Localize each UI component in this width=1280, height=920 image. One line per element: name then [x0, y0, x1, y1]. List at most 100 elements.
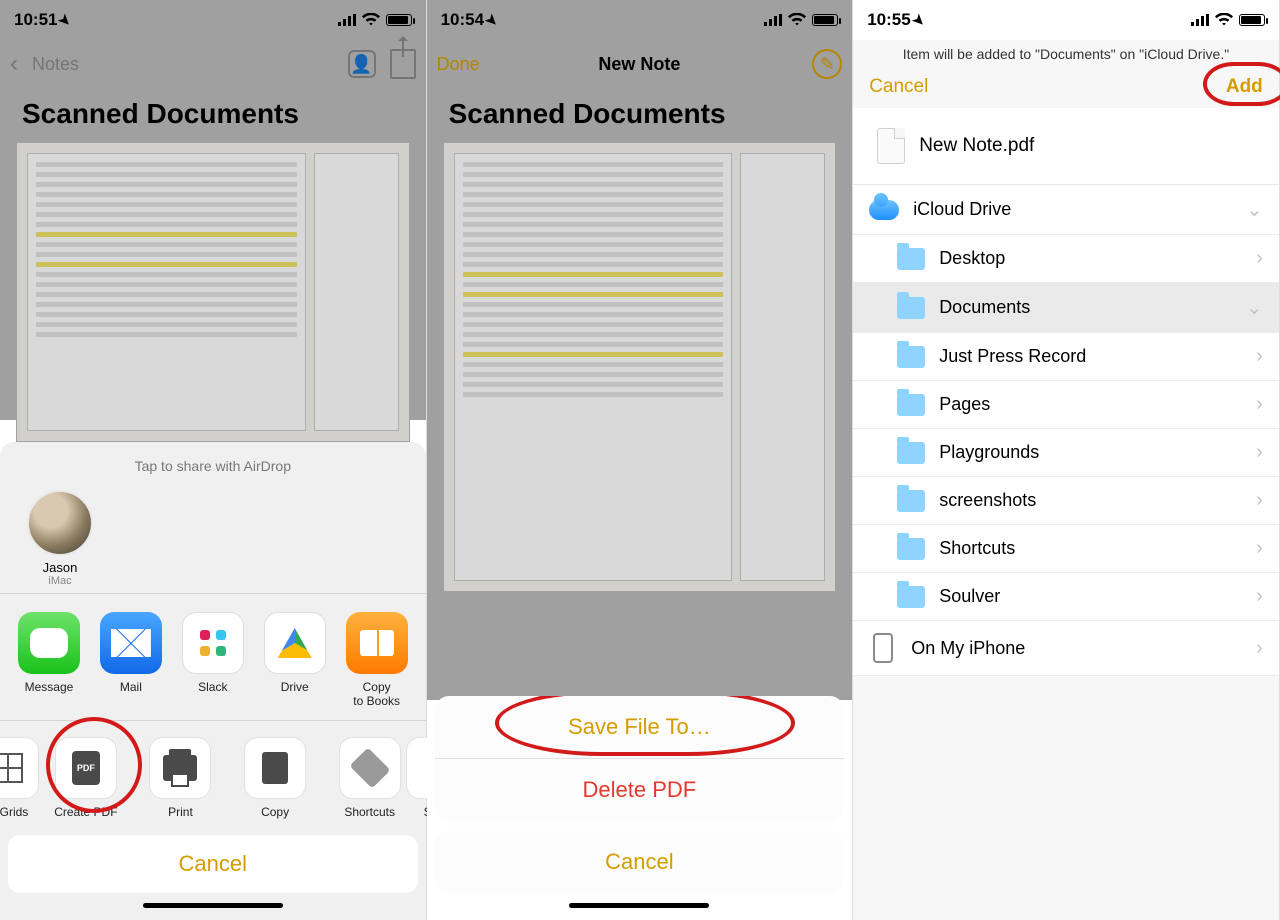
- row-label: iCloud Drive: [913, 199, 1232, 220]
- home-indicator[interactable]: [569, 903, 709, 908]
- copy-icon: [244, 737, 306, 799]
- folder-row[interactable]: Just Press Record›: [853, 333, 1279, 381]
- share-app-mail[interactable]: Mail: [90, 612, 172, 708]
- cancel-button[interactable]: Cancel: [8, 835, 418, 893]
- folder-icon: [897, 248, 925, 270]
- location-icon: ➤: [55, 10, 75, 30]
- row-label: Shortcuts: [939, 538, 1242, 559]
- panel-pdf-actions: 10:54➤ Done New Note ✎ Scanned Documents…: [427, 0, 854, 920]
- status-bar: 10:54➤: [427, 0, 853, 40]
- signal-icon: [338, 14, 356, 26]
- action-shortcuts[interactable]: Shortcuts: [328, 737, 412, 819]
- row-label: Soulver: [939, 586, 1242, 607]
- pdf-preview[interactable]: [443, 142, 837, 592]
- books-icon: [346, 612, 408, 674]
- app-label: Mail: [120, 680, 142, 694]
- chevron-right-icon: ›: [1256, 585, 1263, 608]
- folder-row[interactable]: screenshots›: [853, 477, 1279, 525]
- chevron-down-icon: ⌄: [1246, 197, 1263, 222]
- cancel-button[interactable]: Cancel: [869, 76, 928, 98]
- print-icon: [149, 737, 211, 799]
- folder-icon: [897, 394, 925, 416]
- file-name: New Note.pdf: [919, 135, 1034, 157]
- location-icon: ➤: [482, 10, 502, 30]
- location-on-my-iphone[interactable]: On My iPhone ›: [853, 621, 1279, 676]
- row-label: Pages: [939, 394, 1242, 415]
- row-label: Documents: [939, 297, 1232, 318]
- cancel-button[interactable]: Cancel: [435, 831, 845, 893]
- signal-icon: [764, 14, 782, 26]
- action-label: Print: [168, 805, 193, 819]
- folder-icon: [897, 346, 925, 368]
- folder-row[interactable]: Pages ›: [853, 381, 1279, 429]
- location-icon: ➤: [908, 10, 928, 30]
- action-sheet: Save File To… Delete PDF Cancel: [435, 696, 845, 912]
- collaborate-icon[interactable]: 👤: [348, 50, 376, 78]
- locations-list: iCloud Drive ⌄ Desktop›Documents⌄Just Pr…: [853, 185, 1279, 676]
- delete-pdf-button[interactable]: Delete PDF: [435, 758, 845, 821]
- home-indicator[interactable]: [143, 903, 283, 908]
- pdf-icon: PDF: [55, 737, 117, 799]
- action-label: Copy: [261, 805, 289, 819]
- note-title: Scanned Documents: [0, 88, 426, 136]
- save-file-to-button[interactable]: Save File To…: [435, 696, 845, 758]
- note-title: Scanned Documents: [427, 88, 853, 136]
- location-icloud-drive[interactable]: iCloud Drive ⌄: [853, 185, 1279, 235]
- battery-icon: [386, 14, 412, 26]
- done-button[interactable]: Done: [437, 54, 480, 75]
- share-app-books[interactable]: Copy to Books: [336, 612, 418, 708]
- airdrop-contact[interactable]: Jason iMac: [20, 490, 100, 587]
- share-icon[interactable]: [390, 49, 416, 79]
- slack-icon: [182, 612, 244, 674]
- action-lines-grids[interactable]: & Grids: [0, 737, 33, 819]
- markup-icon[interactable]: ✎: [812, 49, 842, 79]
- action-print[interactable]: Print: [138, 737, 222, 819]
- chevron-right-icon: ›: [1256, 637, 1263, 660]
- status-time: 10:55: [867, 10, 910, 29]
- app-label: Slack: [198, 680, 227, 694]
- share-app-drive[interactable]: Drive: [254, 612, 336, 708]
- icloud-icon: [869, 200, 899, 220]
- contact-name: Jason: [43, 560, 78, 575]
- battery-icon: [1239, 14, 1265, 26]
- wifi-icon: [1215, 13, 1233, 27]
- scanned-document-preview[interactable]: [16, 142, 410, 442]
- folder-row[interactable]: Documents⌄: [853, 283, 1279, 333]
- mail-icon: [100, 612, 162, 674]
- share-app-messages[interactable]: Message: [8, 612, 90, 708]
- action-label: Create PDF: [54, 805, 117, 819]
- row-label: Desktop: [939, 248, 1242, 269]
- row-label: Playgrounds: [939, 442, 1242, 463]
- folder-icon: [897, 442, 925, 464]
- status-bar: 10:55➤: [853, 0, 1279, 40]
- nav-title: New Note: [427, 54, 853, 75]
- picker-info: Item will be added to "Documents" on "iC…: [853, 40, 1279, 68]
- row-label: Just Press Record: [939, 346, 1242, 367]
- status-time: 10:51: [14, 10, 57, 29]
- chevron-right-icon: ›: [1256, 537, 1263, 560]
- action-create-pdf[interactable]: PDF Create PDF: [44, 737, 128, 819]
- back-chevron-icon[interactable]: ‹: [10, 50, 18, 78]
- folder-row[interactable]: Soulver ›: [853, 573, 1279, 621]
- action-copy[interactable]: Copy: [233, 737, 317, 819]
- add-button[interactable]: Add: [1226, 76, 1263, 98]
- messages-icon: [18, 612, 80, 674]
- folder-row[interactable]: Shortcuts ›: [853, 525, 1279, 573]
- chevron-right-icon: ›: [1256, 441, 1263, 464]
- status-time: 10:54: [441, 10, 484, 29]
- app-label: Drive: [281, 680, 309, 694]
- nav-bar: ‹ Notes 👤: [0, 40, 426, 88]
- back-label[interactable]: Notes: [32, 54, 79, 75]
- chevron-right-icon: ›: [1256, 393, 1263, 416]
- share-actions-row[interactable]: & Grids PDF Create PDF Print Copy Shortc…: [0, 727, 426, 825]
- folder-row[interactable]: Playgrounds ›: [853, 429, 1279, 477]
- avatar: [27, 490, 93, 556]
- shortcuts-icon: [339, 737, 401, 799]
- folder-row[interactable]: Desktop›: [853, 235, 1279, 283]
- share-apps-row[interactable]: Message Mail Slack Drive Copy to Books: [0, 600, 426, 714]
- share-app-slack[interactable]: Slack: [172, 612, 254, 708]
- action-label: & Grids: [0, 805, 28, 819]
- signal-icon: [1191, 14, 1209, 26]
- folder-icon: [897, 490, 925, 512]
- share-sheet: Tap to share with AirDrop Jason iMac Mes…: [0, 442, 426, 920]
